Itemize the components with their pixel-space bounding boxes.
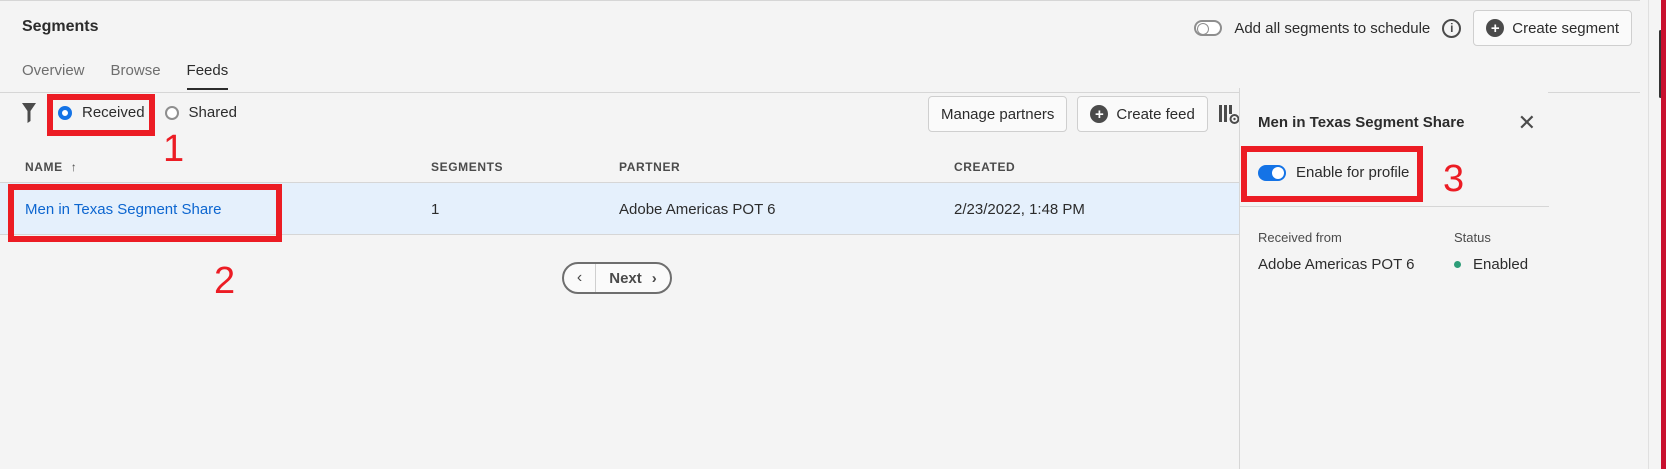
toolbar-actions: Manage partners + Create feed bbox=[928, 96, 1240, 132]
panel-title: Men in Texas Segment Share bbox=[1258, 114, 1465, 131]
window-edge bbox=[1661, 0, 1666, 469]
status-value-text: Enabled bbox=[1473, 256, 1529, 273]
create-segment-button[interactable]: + Create segment bbox=[1473, 10, 1632, 46]
annotation-number-2: 2 bbox=[214, 260, 236, 302]
page-title: Segments bbox=[22, 18, 99, 35]
pagination: ‹ Next › bbox=[562, 262, 672, 294]
create-segment-label: Create segment bbox=[1512, 19, 1619, 37]
sort-ascending-icon: ↑ bbox=[70, 160, 78, 174]
column-header-name-label: NAME bbox=[25, 160, 63, 174]
add-circle-icon: + bbox=[1090, 105, 1109, 123]
status-label: Status bbox=[1454, 230, 1491, 245]
tab-browse[interactable]: Browse bbox=[111, 62, 161, 90]
column-settings-icon[interactable] bbox=[1218, 103, 1240, 125]
schedule-toggle[interactable] bbox=[1194, 20, 1223, 36]
tab-bar: Overview Browse Feeds bbox=[22, 62, 229, 90]
annotation-box-2 bbox=[8, 184, 282, 242]
shared-radio-label: Shared bbox=[188, 104, 237, 121]
header-actions: Add all segments to schedule i + Create … bbox=[1194, 10, 1632, 46]
created-date: 2/23/2022, 1:48 PM bbox=[954, 201, 1085, 218]
partner-name: Adobe Americas POT 6 bbox=[619, 201, 776, 218]
status-enabled-dot bbox=[1454, 261, 1461, 268]
radio-unselected-icon bbox=[164, 105, 179, 120]
close-icon[interactable]: ✕ bbox=[1518, 110, 1536, 136]
chevron-left-icon: ‹ bbox=[576, 269, 583, 286]
column-header-created: CREATED bbox=[954, 160, 1016, 174]
segments-count: 1 bbox=[431, 201, 440, 218]
shared-radio[interactable]: Shared bbox=[164, 104, 237, 121]
previous-page-button[interactable]: ‹ bbox=[564, 264, 596, 292]
next-page-label: Next bbox=[609, 269, 642, 287]
manage-partners-label: Manage partners bbox=[941, 105, 1055, 123]
table-header: NAME ↑ SEGMENTS PARTNER CREATED bbox=[0, 150, 1239, 183]
add-circle-icon: + bbox=[1486, 19, 1505, 37]
annotation-number-3: 3 bbox=[1443, 158, 1465, 200]
create-feed-button[interactable]: + Create feed bbox=[1077, 96, 1208, 132]
annotation-box-3 bbox=[1241, 146, 1423, 202]
annotation-box-1 bbox=[47, 94, 155, 136]
annotation-number-1: 1 bbox=[163, 128, 185, 170]
column-header-segments: SEGMENTS bbox=[431, 160, 504, 174]
create-feed-label: Create feed bbox=[1116, 105, 1195, 123]
panel-divider bbox=[1240, 206, 1549, 207]
manage-partners-button[interactable]: Manage partners bbox=[928, 96, 1068, 132]
column-header-name[interactable]: NAME ↑ bbox=[25, 160, 77, 174]
received-from-value: Adobe Americas POT 6 bbox=[1258, 256, 1415, 273]
tab-feeds[interactable]: Feeds bbox=[186, 62, 229, 90]
next-page-button[interactable]: Next › bbox=[596, 270, 670, 287]
column-header-partner: PARTNER bbox=[619, 160, 681, 174]
tab-overview[interactable]: Overview bbox=[22, 62, 85, 90]
top-border bbox=[0, 0, 1640, 1]
chevron-right-icon: › bbox=[651, 269, 657, 287]
info-icon[interactable]: i bbox=[1442, 18, 1462, 38]
schedule-toggle-label: Add all segments to schedule bbox=[1234, 19, 1431, 37]
status-value: Enabled bbox=[1454, 256, 1528, 273]
filter-icon[interactable] bbox=[22, 103, 36, 128]
received-from-label: Received from bbox=[1258, 230, 1342, 245]
